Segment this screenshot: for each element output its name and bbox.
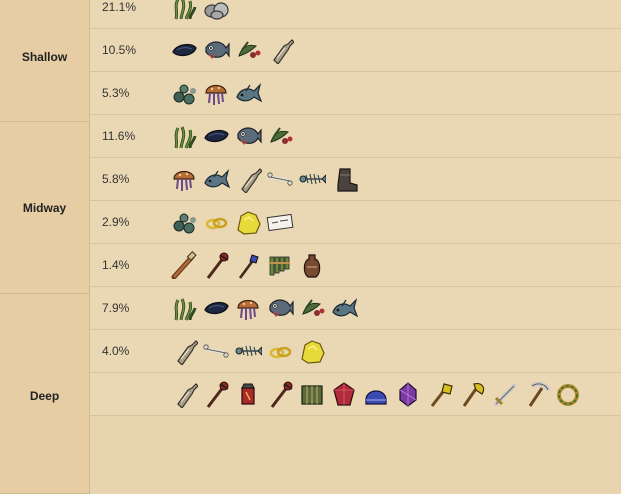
note-icon[interactable]: [266, 208, 294, 236]
table-row: 7.9%: [90, 287, 621, 330]
panflute-icon[interactable]: [266, 251, 294, 279]
axe-icon[interactable]: [458, 380, 486, 408]
bottle-icon[interactable]: [170, 380, 198, 408]
drop-chance: 7.9%: [102, 301, 130, 315]
zone-label: Midway: [22, 200, 67, 215]
drop-chance: 10.5%: [102, 43, 137, 57]
drop-chance: 4.0%: [102, 344, 130, 358]
table-row: 4.0%: [90, 330, 621, 373]
gem-red-icon[interactable]: [330, 380, 358, 408]
fish-small-icon[interactable]: [202, 165, 230, 193]
fish-icon[interactable]: [234, 122, 262, 150]
item-list: [170, 207, 294, 237]
kelp-icon[interactable]: [170, 122, 198, 150]
item-list: [170, 164, 358, 194]
wand-icon[interactable]: [234, 251, 262, 279]
table-row: 11.6%: [90, 115, 621, 158]
drop-chance: 1.4%: [102, 258, 130, 272]
pickaxe-icon[interactable]: [522, 380, 550, 408]
wreath-icon[interactable]: [554, 380, 582, 408]
drop-chance: 5.8%: [102, 172, 130, 186]
seaweed-icon[interactable]: [298, 294, 326, 322]
bones-icon[interactable]: [202, 337, 230, 365]
jellyfish-icon[interactable]: [170, 165, 198, 193]
fish-icon[interactable]: [266, 294, 294, 322]
fishbone-icon[interactable]: [234, 337, 262, 365]
helmet-icon[interactable]: [362, 380, 390, 408]
zone-cell-midway: Midway: [0, 122, 90, 294]
bottle-icon[interactable]: [234, 165, 262, 193]
sword-icon[interactable]: [490, 380, 518, 408]
kelp-green-icon[interactable]: [170, 79, 198, 107]
item-list: [170, 78, 262, 108]
kelp-green-icon[interactable]: [170, 208, 198, 236]
drop-chance: 2.9%: [102, 215, 130, 229]
gem-purple-icon[interactable]: [394, 380, 422, 408]
fish-small-icon[interactable]: [330, 294, 358, 322]
drop-chance: 11.6%: [102, 129, 136, 143]
item-list: [170, 250, 326, 280]
gold-nugget-icon[interactable]: [298, 337, 326, 365]
zone-cell-shallow: Shallow: [0, 0, 90, 122]
boot-icon[interactable]: [330, 165, 358, 193]
bottle-icon[interactable]: [266, 36, 294, 64]
fish-icon[interactable]: [202, 36, 230, 64]
table-row: 2.9%: [90, 201, 621, 244]
item-list: [170, 0, 230, 22]
bones-icon[interactable]: [266, 165, 294, 193]
ring-icon[interactable]: [266, 337, 294, 365]
seaweed-icon[interactable]: [266, 122, 294, 150]
mussel-icon[interactable]: [202, 122, 230, 150]
mussel-icon[interactable]: [202, 294, 230, 322]
item-list: [170, 379, 582, 409]
table-row: 21.1%: [90, 0, 621, 29]
gold-nugget-icon[interactable]: [234, 208, 262, 236]
shovel-icon[interactable]: [426, 380, 454, 408]
zone-label: Shallow: [21, 49, 68, 64]
kelp-icon[interactable]: [170, 294, 198, 322]
staff-icon[interactable]: [266, 380, 294, 408]
bottle-icon[interactable]: [170, 337, 198, 365]
table-row: [90, 373, 621, 416]
ring-icon[interactable]: [202, 208, 230, 236]
zone-cell-deep: Deep: [0, 294, 90, 494]
mussel-icon[interactable]: [170, 36, 198, 64]
zone-label: Deep: [29, 389, 60, 403]
table-row: 1.4%: [90, 244, 621, 287]
vase-icon[interactable]: [298, 251, 326, 279]
telescope-icon[interactable]: [170, 251, 198, 279]
fish-small-icon[interactable]: [234, 79, 262, 107]
cage-icon[interactable]: [298, 380, 326, 408]
staff-icon[interactable]: [202, 380, 230, 408]
table-row: 5.8%: [90, 158, 621, 201]
seaweed-icon[interactable]: [234, 36, 262, 64]
item-list: [170, 293, 358, 323]
kelp-icon[interactable]: [170, 0, 198, 21]
item-list: [170, 121, 294, 151]
drop-chance: 5.3%: [102, 86, 130, 100]
item-list: [170, 336, 326, 366]
fishbone-icon[interactable]: [298, 165, 326, 193]
loot-table: Shallow Midway Deep 21.1% 10.5% 5.3% 11.6% 5…: [0, 0, 621, 494]
jellyfish-icon[interactable]: [234, 294, 262, 322]
drop-chance: 21.1%: [102, 0, 137, 14]
table-row: 10.5%: [90, 29, 621, 72]
lantern-icon[interactable]: [234, 380, 262, 408]
jellyfish-icon[interactable]: [202, 79, 230, 107]
rocks-icon[interactable]: [202, 0, 230, 21]
staff-icon[interactable]: [202, 251, 230, 279]
table-row: 5.3%: [90, 72, 621, 115]
item-list: [170, 35, 294, 65]
